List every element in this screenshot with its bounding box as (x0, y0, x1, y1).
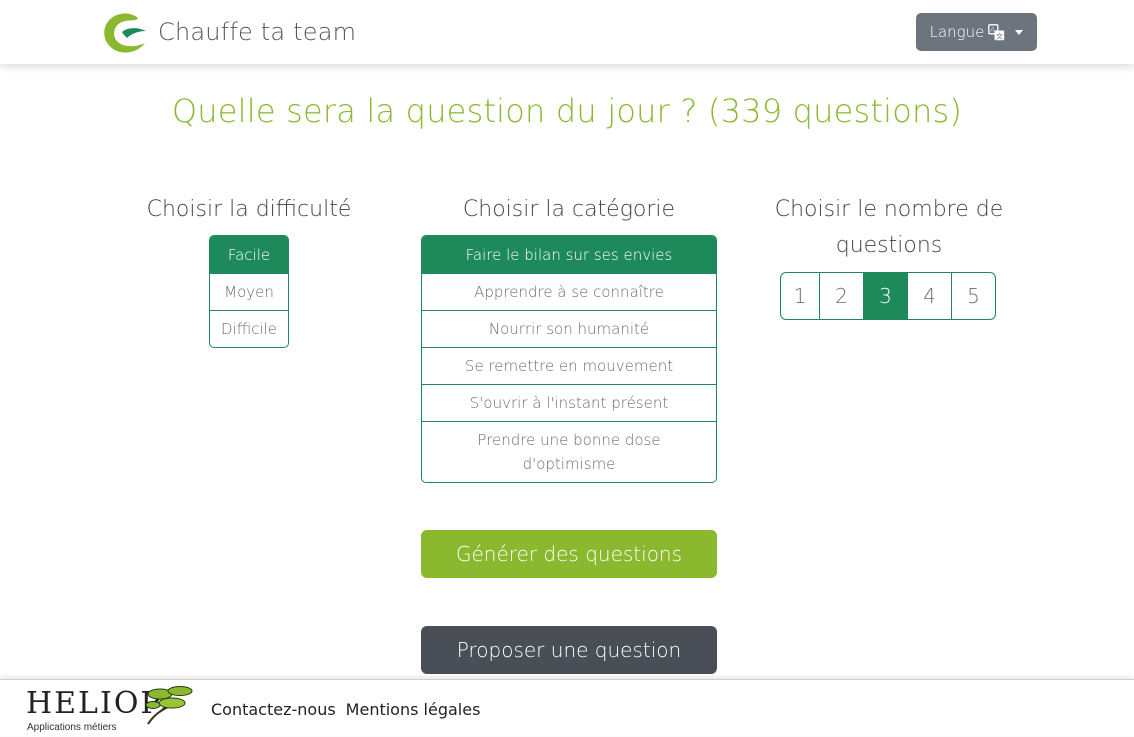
category-heading: Choisir la catégorie (462, 197, 676, 222)
page-title: Quelle sera la question du jour ? (339 q… (171, 92, 963, 130)
difficulty-option-difficile[interactable]: Difficile (210, 310, 288, 347)
heliop-logo[interactable]: HELIOP Applications métiers (26, 685, 198, 737)
category-option-bilan[interactable]: Faire le bilan sur ses envies (422, 236, 716, 273)
category-list: Faire le bilan sur ses envies Apprendre … (421, 235, 717, 483)
heliop-tree-icon (145, 686, 193, 725)
category-option-humanite[interactable]: Nourrir son humanité (422, 310, 716, 347)
count-option-5[interactable]: 5 (951, 273, 995, 319)
top-navbar: Chauffe ta team Langue A 文 (0, 0, 1134, 64)
difficulty-list: Facile Moyen Difficile (209, 235, 289, 348)
translate-icon: A 文 (988, 23, 1005, 40)
count-heading: Choisir le nombre de questions (774, 197, 1004, 258)
generate-questions-button[interactable]: Générer des questions (421, 530, 717, 578)
brand[interactable]: Chauffe ta team (100, 10, 356, 54)
language-button-label: Langue (929, 23, 985, 41)
count-option-4[interactable]: 4 (907, 273, 951, 319)
brand-logo-icon (104, 13, 146, 53)
count-option-1[interactable]: 1 (781, 273, 819, 319)
language-dropdown-button[interactable]: Langue A 文 (916, 13, 1037, 51)
difficulty-option-facile[interactable]: Facile (210, 236, 288, 273)
category-option-optimisme[interactable]: Prendre une bonne dose d'optimisme (422, 421, 716, 482)
footer-links: Contactez-nous Mentions légales (211, 700, 480, 719)
count-option-2[interactable]: 2 (819, 273, 863, 319)
svg-text:文: 文 (996, 31, 1003, 40)
legal-notice-link[interactable]: Mentions légales (346, 700, 481, 719)
heliop-logo-subtitle: Applications métiers (27, 722, 117, 733)
footer: HELIOP Applications métiers Contactez-no… (0, 679, 1134, 736)
difficulty-heading: Choisir la difficulté (146, 197, 352, 222)
chevron-down-icon (1015, 29, 1024, 35)
count-option-3[interactable]: 3 (863, 273, 907, 319)
category-option-mouvement[interactable]: Se remettre en mouvement (422, 347, 716, 384)
category-option-instant-present[interactable]: S'ouvrir à l'instant présent (422, 384, 716, 421)
contact-link[interactable]: Contactez-nous (211, 700, 336, 719)
propose-question-button[interactable]: Proposer une question (421, 626, 717, 674)
difficulty-option-moyen[interactable]: Moyen (210, 273, 288, 310)
app-name: Chauffe ta team (158, 18, 357, 46)
count-selector: 1 2 3 4 5 (780, 272, 996, 320)
category-option-se-connaitre[interactable]: Apprendre à se connaître (422, 273, 716, 310)
